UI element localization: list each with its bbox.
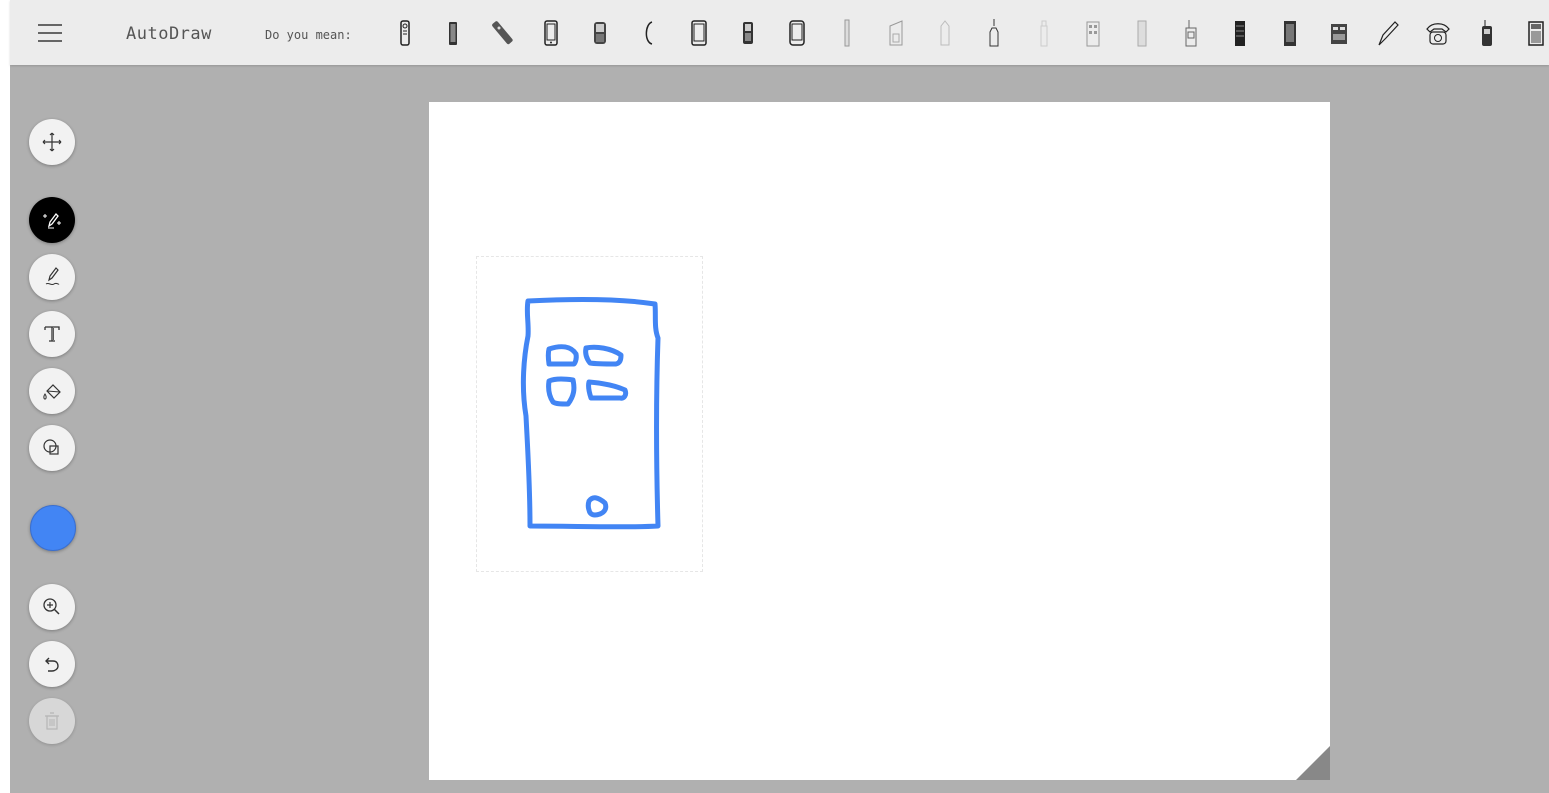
calculator-icon[interactable]: [1519, 16, 1549, 50]
hamburger-menu-icon[interactable]: [38, 24, 62, 42]
tall-building-icon[interactable]: [830, 16, 864, 50]
move-tool-button[interactable]: [29, 119, 75, 165]
walkie-talkie-2-icon[interactable]: [1470, 16, 1504, 50]
shape-tool-button[interactable]: [29, 425, 75, 471]
building-block-icon[interactable]: [1322, 16, 1356, 50]
city-building-icon[interactable]: [1273, 16, 1307, 50]
user-sketch-phone[interactable]: [476, 256, 703, 572]
smartphone-icon[interactable]: [534, 16, 568, 50]
zoom-in-button[interactable]: [29, 584, 75, 630]
draw-tool-button[interactable]: [29, 254, 75, 300]
tablet-phone-icon[interactable]: [682, 16, 716, 50]
rotary-telephone-icon[interactable]: [1421, 16, 1455, 50]
undo-icon: [45, 657, 59, 672]
pen-nib-icon[interactable]: [1371, 16, 1405, 50]
canvas-resize-corner-icon[interactable]: [1296, 746, 1330, 780]
app-title: AutoDraw: [126, 24, 212, 44]
mobile-device-icon[interactable]: [780, 16, 814, 50]
high-rise-icon[interactable]: [1125, 16, 1159, 50]
tv-remote-icon[interactable]: [485, 16, 519, 50]
type-tool-button[interactable]: [29, 311, 75, 357]
autodraw-tool-button[interactable]: [29, 197, 75, 243]
server-rack-icon[interactable]: [1223, 16, 1257, 50]
tower-icon[interactable]: [928, 16, 962, 50]
suggestion-hint-label: Do you mean:: [265, 28, 352, 42]
move-arrows-icon: [42, 132, 62, 152]
text-T-icon: [44, 326, 60, 342]
remote-control-icon[interactable]: [388, 16, 422, 50]
flip-phone-icon[interactable]: [583, 16, 617, 50]
pencil-icon: [45, 267, 60, 286]
lighthouse-tower-icon[interactable]: [1027, 16, 1061, 50]
autodraw-pen-icon: [43, 213, 61, 229]
feature-phone-icon[interactable]: [731, 16, 765, 50]
walkie-talkie-icon[interactable]: [436, 16, 470, 50]
fill-tool-button[interactable]: [29, 368, 75, 414]
delete-button[interactable]: [29, 698, 75, 744]
top-bar: AutoDraw Do you mean:: [10, 0, 1549, 65]
skyscraper-spire-icon[interactable]: [977, 16, 1011, 50]
office-building-icon[interactable]: [879, 16, 913, 50]
zoom-in-icon: [43, 598, 60, 615]
undo-button[interactable]: [29, 641, 75, 687]
window-edge: [0, 0, 10, 793]
paint-bucket-icon: [43, 384, 61, 400]
radio-tower-icon[interactable]: [1174, 16, 1208, 50]
apartment-building-icon[interactable]: [1076, 16, 1110, 50]
shapes-icon: [43, 439, 59, 455]
telephone-handset-icon[interactable]: [632, 16, 666, 50]
color-picker-button[interactable]: [30, 505, 76, 551]
trash-icon: [45, 712, 59, 730]
